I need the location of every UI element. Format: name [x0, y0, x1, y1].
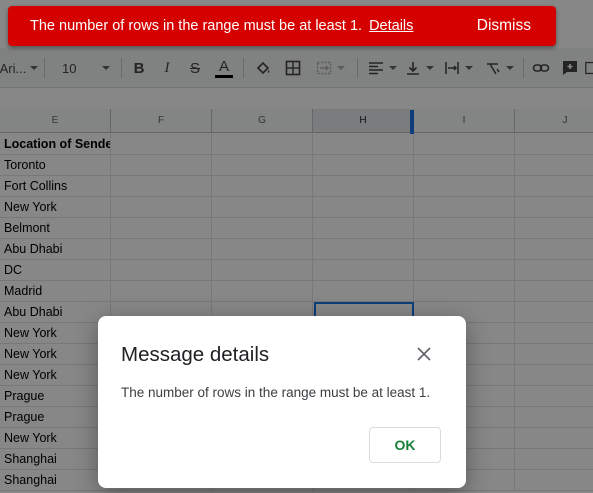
dismiss-button[interactable]: Dismiss [477, 6, 531, 46]
ok-button[interactable]: OK [369, 427, 441, 463]
dialog-title: Message details [121, 343, 270, 366]
details-link[interactable]: Details [369, 18, 413, 34]
close-icon[interactable] [416, 346, 432, 362]
error-message: The number of rows in the range must be … [30, 18, 363, 34]
message-details-dialog: Message details The number of rows in th… [98, 316, 466, 488]
dialog-message: The number of rows in the range must be … [121, 385, 431, 400]
error-snackbar: The number of rows in the range must be … [8, 6, 556, 46]
